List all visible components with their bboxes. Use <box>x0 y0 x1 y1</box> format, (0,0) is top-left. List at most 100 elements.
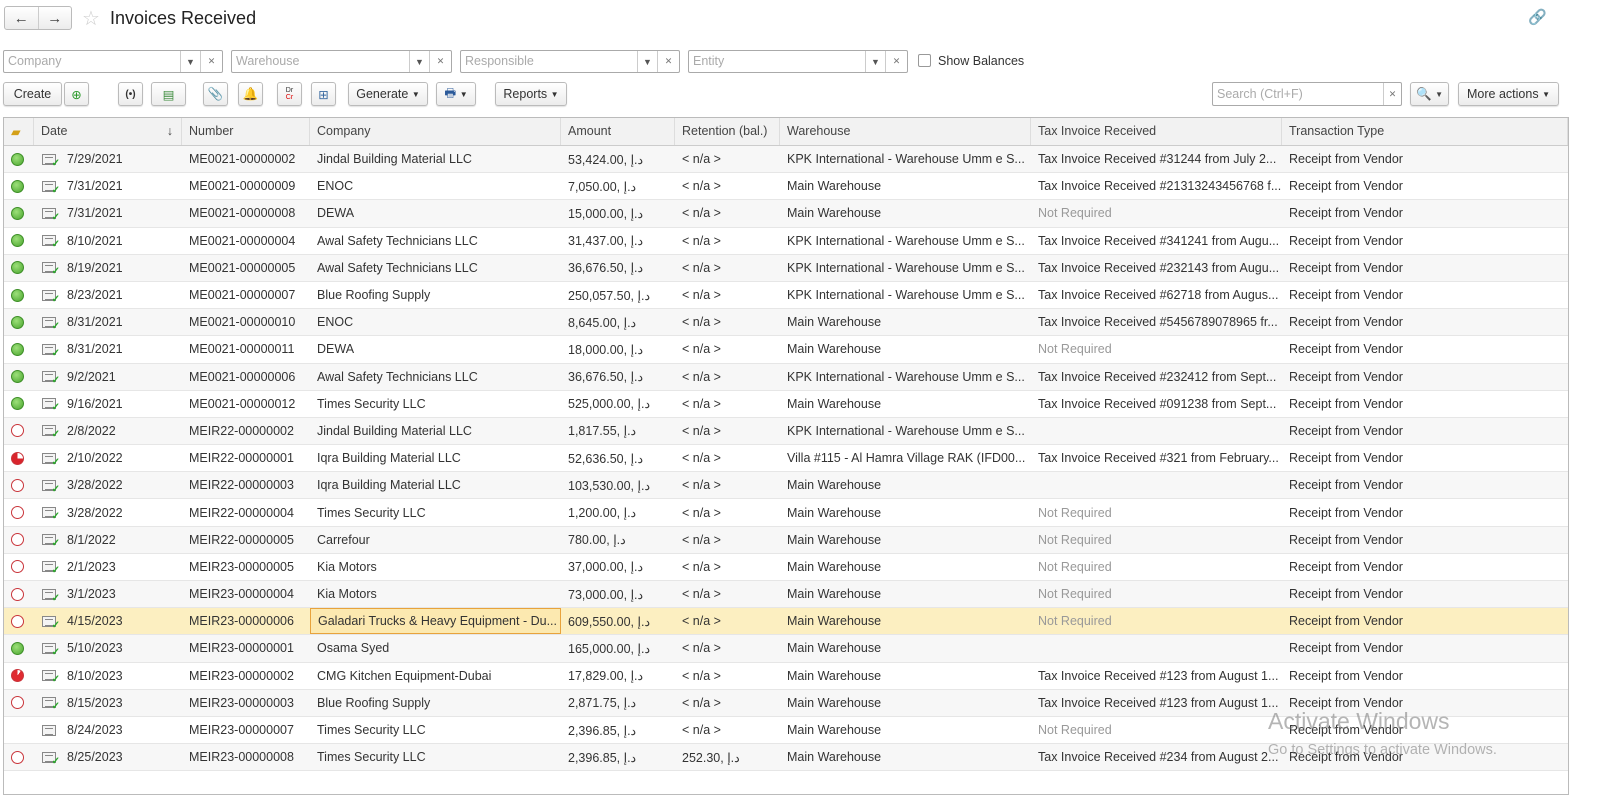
company-filter-input[interactable]: Company <box>4 51 180 72</box>
date-cell: ✓ 9/2/2021 <box>34 364 182 390</box>
more-actions-button[interactable]: More actions ▼ <box>1458 82 1559 106</box>
warehouse-filter-input[interactable]: Warehouse <box>232 51 409 72</box>
dropdown-icon[interactable]: ▼ <box>409 51 429 72</box>
column-header-retention[interactable]: Retention (bal.) <box>675 118 780 145</box>
company-cell: Kia Motors <box>317 587 377 602</box>
clear-icon[interactable]: ✕ <box>429 51 451 72</box>
date-cell: ✓ 4/15/2023 <box>34 608 182 634</box>
forward-button[interactable]: → <box>39 7 72 29</box>
status-cell <box>4 255 34 281</box>
table-row[interactable]: ✓ 8/23/2021 ME0021-00000007 Blue Roofing Su… <box>4 282 1568 310</box>
warehouse-filter[interactable]: Warehouse ▼ ✕ <box>231 50 452 73</box>
amount-cell: 780.00, د.إ <box>568 533 626 548</box>
posted-document-icon: ✓ <box>42 615 60 631</box>
warehouse-cell: Main Warehouse <box>787 750 882 765</box>
table-row[interactable]: ✓ 3/1/2023 MEIR23-00000004 Kia Motors 73,000… <box>4 581 1568 609</box>
column-header-warehouse[interactable]: Warehouse <box>780 118 1031 145</box>
status-cell <box>4 282 34 308</box>
create-copy-icon[interactable]: ⊕ <box>64 82 89 106</box>
bell-icon[interactable]: 🔔 <box>238 82 263 106</box>
column-header-transaction-type[interactable]: Transaction Type <box>1282 118 1568 145</box>
table-row[interactable]: ✓ 8/19/2021 ME0021-00000005 Awal Safety Tec… <box>4 254 1568 282</box>
table-row[interactable]: ✓ 5/10/2023 MEIR23-00000001 Osama Syed 165,0… <box>4 635 1568 663</box>
dropdown-icon[interactable]: ▼ <box>180 51 200 72</box>
table-row[interactable]: ✓ 2/1/2023 MEIR23-00000005 Kia Motors 37,000… <box>4 554 1568 581</box>
entity-filter[interactable]: Entity ▼ ✕ <box>688 50 908 73</box>
table-row[interactable]: ✓ 4/15/2023 MEIR23-00000006 Galadari Trucks… <box>4 608 1568 636</box>
create-button[interactable]: Create <box>3 82 62 106</box>
responsible-filter[interactable]: Responsible ▼ ✕ <box>460 50 680 73</box>
date-text: 2/10/2022 <box>67 451 123 466</box>
favorite-star-icon[interactable]: ☆ <box>82 6 100 31</box>
status-green-icon <box>11 179 24 193</box>
date-text: 8/25/2023 <box>67 750 123 765</box>
date-text: 7/31/2021 <box>67 179 123 194</box>
tax-invoice-cell: Not Required <box>1038 587 1112 602</box>
tax-invoice-cell <box>1031 418 1282 444</box>
clear-icon[interactable]: ✕ <box>200 51 222 72</box>
search-options-button[interactable]: 🔍 ▼ <box>1410 82 1449 106</box>
date-cell: ✓ 3/1/2023 <box>34 581 182 607</box>
amount-cell: 52,636.50, د.إ <box>568 451 644 466</box>
tax-invoice-cell: Tax Invoice Received #21313243456768 f..… <box>1038 179 1282 194</box>
status-green-icon <box>11 288 24 302</box>
clear-search-icon[interactable]: ✕ <box>1383 83 1401 105</box>
status-open-icon <box>11 533 24 547</box>
table-row[interactable]: ✓ 7/29/2021 ME0021-00000002 Jindal Building… <box>4 146 1568 174</box>
show-balances-checkbox[interactable] <box>918 54 931 67</box>
column-header-amount[interactable]: Amount <box>561 118 675 145</box>
table-row[interactable]: ✓ 7/31/2021 ME0021-00000009 ENOC 7,050.00, د… <box>4 173 1568 201</box>
tax-invoice-cell: Tax Invoice Received #091238 from Sept..… <box>1038 396 1277 411</box>
status-open-icon <box>11 587 24 601</box>
table-row[interactable]: ✓ 7/31/2021 ME0021-00000008 DEWA 15,000.00, … <box>4 200 1568 228</box>
reports-button[interactable]: Reports ▼ <box>495 82 567 106</box>
broadcast-icon[interactable]: (•) <box>118 82 143 106</box>
date-text: 8/10/2023 <box>67 668 123 683</box>
date-text: 2/1/2023 <box>67 559 116 574</box>
search-input[interactable]: Search (Ctrl+F) <box>1213 83 1383 105</box>
generate-button[interactable]: Generate ▼ <box>348 82 428 106</box>
table-row[interactable]: ✓ 9/2/2021 ME0021-00000006 Awal Safety Tech… <box>4 363 1568 391</box>
company-cell: DEWA <box>317 342 355 357</box>
table-row[interactable]: ✓ 2/8/2022 MEIR22-00000002 Jindal Building … <box>4 417 1568 446</box>
clear-icon[interactable]: ✕ <box>885 51 907 72</box>
clear-icon[interactable]: ✕ <box>657 51 679 72</box>
warehouse-cell: Main Warehouse <box>787 396 882 411</box>
dropdown-icon[interactable]: ▼ <box>865 51 885 72</box>
company-cell: CMG Kitchen Equipment-Dubai <box>317 668 492 683</box>
company-filter[interactable]: Company ▼ ✕ <box>3 50 223 73</box>
posted-document-icon: ✓ <box>42 316 60 332</box>
date-text: 8/1/2022 <box>67 532 116 547</box>
table-row[interactable]: ✓ 3/28/2022 MEIR22-00000004 Times Security … <box>4 499 1568 527</box>
table-row[interactable]: ✓ 8/31/2021 ME0021-00000010 ENOC 8,645.00, د… <box>4 309 1568 337</box>
amount-cell: 73,000.00, د.إ <box>568 587 644 602</box>
column-header-company[interactable]: Company <box>310 118 561 145</box>
table-row[interactable]: ✓ 8/1/2022 MEIR22-00000005 Carrefour 780.00,… <box>4 526 1568 554</box>
link-icon[interactable]: 🔗 <box>1528 8 1547 26</box>
table-row[interactable]: ✓ 8/10/2021 ME0021-00000004 Awal Safety Tec… <box>4 228 1568 255</box>
dropdown-icon[interactable]: ▼ <box>637 51 657 72</box>
debit-credit-icon[interactable]: Dr Cr <box>277 82 302 106</box>
date-text: 3/1/2023 <box>67 587 116 602</box>
table-row[interactable]: ✓ 8/31/2021 ME0021-00000011 DEWA 18,000.00, … <box>4 336 1568 364</box>
attachment-icon[interactable]: 📎 <box>203 82 228 106</box>
back-button[interactable]: ← <box>5 7 39 29</box>
print-button[interactable]: 🖶 ▼ <box>436 82 476 106</box>
status-cell <box>4 146 34 172</box>
column-header-tax-invoice[interactable]: Tax Invoice Received <box>1031 118 1282 145</box>
date-cell: ✓ 8/25/2023 <box>34 744 182 770</box>
column-header-date[interactable]: Date ↓ <box>34 118 182 145</box>
tax-invoice-cell: Not Required <box>1038 532 1112 547</box>
amount-cell: 37,000.00, د.إ <box>568 560 644 575</box>
table-row[interactable]: ✓ 9/16/2021 ME0021-00000012 Times Security … <box>4 391 1568 418</box>
table-row[interactable]: ✓ 8/10/2023 MEIR23-00000002 CMG Kitchen Equ… <box>4 663 1568 690</box>
entity-filter-input[interactable]: Entity <box>689 51 865 72</box>
search-field[interactable]: Search (Ctrl+F) ✕ <box>1212 82 1402 106</box>
responsible-filter-input[interactable]: Responsible <box>461 51 637 72</box>
structure-icon[interactable]: ⊞ <box>311 82 336 106</box>
table-row[interactable]: ✓ 3/28/2022 MEIR22-00000003 Iqra Building M… <box>4 472 1568 500</box>
spreadsheet-icon[interactable]: ▤ <box>151 82 186 106</box>
table-row[interactable]: ✓ 2/10/2022 MEIR22-00000001 Iqra Building M… <box>4 445 1568 473</box>
column-header-number[interactable]: Number <box>182 118 310 145</box>
status-column-header[interactable]: ▰ <box>4 118 34 145</box>
